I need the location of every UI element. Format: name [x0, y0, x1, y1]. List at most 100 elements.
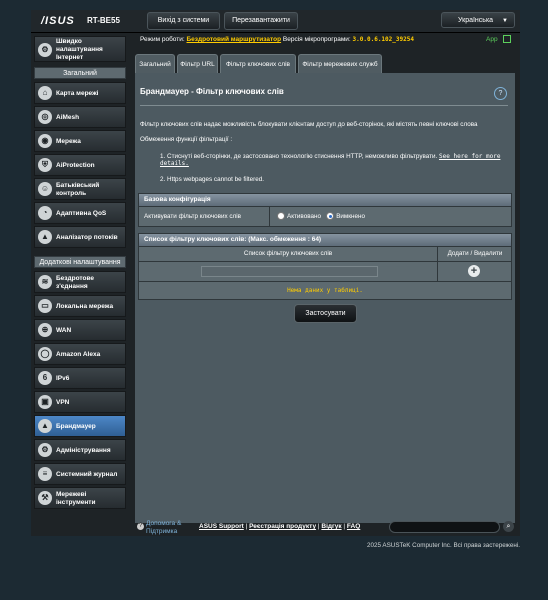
advanced-section-header: Додаткові налаштування: [34, 256, 126, 268]
sidebar-item-parental-control[interactable]: ☺ Батьківський контроль: [34, 178, 126, 200]
radio-enabled-label: Активовано: [287, 213, 321, 220]
firmware-version-link[interactable]: 3.0.0.6.102_39254: [353, 36, 414, 43]
sidebar-item-label: Карта мережі: [56, 90, 99, 97]
enable-filter-row: Активувати фільтр ключових слів Активова…: [139, 206, 511, 226]
sidebar-item-lan[interactable]: ▭ Локальна мережа: [34, 295, 126, 317]
copyright-text: 2025 ASUSTeK Computer Inc. Всі права зас…: [367, 542, 521, 549]
traffic-analyzer-icon: ▲: [38, 230, 52, 244]
sidebar-item-label: WAN: [56, 327, 72, 334]
footer-link-feedback[interactable]: Відгук: [321, 523, 341, 530]
reboot-button[interactable]: Перезавантажити: [224, 12, 298, 30]
sidebar-item-label: Швидко налаштування Інтернет: [56, 38, 103, 61]
tab-keyword-filter[interactable]: Фільтр ключових слів: [220, 54, 296, 74]
firewall-icon: ▲: [38, 419, 52, 433]
sidebar-item-system-log[interactable]: ≡ Системний журнал: [34, 463, 126, 485]
sidebar-item-label: Мережа: [56, 138, 81, 145]
sidebar-item-qos[interactable]: ◔ Адаптивна QoS: [34, 202, 126, 224]
language-select[interactable]: Українська ▼: [441, 12, 515, 28]
basic-config-header: Базова конфігурація: [139, 194, 511, 206]
limit-item-1-text: Стиснуті веб-сторінки, де застосовано те…: [167, 153, 438, 160]
footer-search-input[interactable]: [389, 521, 500, 533]
tab-network-services-filter[interactable]: Фільтр мережевих служб: [298, 54, 382, 74]
sidebar-item-aiprotection[interactable]: ⛨ AiProtection: [34, 154, 126, 176]
sidebar-item-network-tools[interactable]: ⚒ Мережеві інструменти: [34, 487, 126, 509]
title-divider: [140, 105, 508, 106]
search-icon[interactable]: ⌕: [503, 521, 514, 532]
keyword-list-columns: Список фільтру ключових слів Додати / Ви…: [139, 246, 511, 261]
help-icon[interactable]: ?: [494, 87, 507, 100]
sidebar-item-label: Аналізатор потоків: [56, 234, 118, 241]
radio-disabled-label: Вимкнено: [336, 213, 365, 220]
footer-link-faq[interactable]: FAQ: [347, 523, 360, 530]
sidebar-item-ipv6[interactable]: 6 IPv6: [34, 367, 126, 389]
general-section-header: Загальний: [34, 67, 126, 79]
network-tools-icon: ⚒: [38, 491, 52, 505]
add-keyword-button[interactable]: +: [468, 265, 480, 277]
keyword-input[interactable]: [201, 266, 378, 277]
question-icon: ?: [137, 523, 144, 530]
sidebar-item-label: Бездротове з'єднання: [56, 275, 95, 290]
language-label: Українська: [458, 17, 494, 24]
empty-table-text: Нема даних у таблиці.: [287, 287, 363, 294]
sidebar-item-alexa[interactable]: ◯ Amazon Alexa: [34, 343, 126, 365]
logout-button[interactable]: Вихід з системи: [147, 12, 220, 30]
sidebar-item-label: Системний журнал: [56, 471, 118, 478]
tab-url-filter[interactable]: Фільтр URL: [177, 54, 218, 74]
sidebar-item-traffic-analyzer[interactable]: ▲ Аналізатор потоків: [34, 226, 126, 248]
lan-icon: ▭: [38, 299, 52, 313]
mode-value-link[interactable]: Бездротовий маршрутизатор: [187, 36, 282, 43]
footer-link-asus-support[interactable]: ASUS Support: [199, 523, 244, 530]
limit-item-2-text: Https webpages cannot be filtered.: [167, 176, 264, 183]
app-label[interactable]: App: [486, 36, 498, 43]
sidebar-item-firewall[interactable]: ▲ Брандмауер: [34, 415, 126, 437]
ipv6-icon: 6: [38, 371, 52, 385]
aiprotection-icon: ⛨: [38, 158, 52, 172]
top-header: /ISUS RT-BE55 Вихід з системи Перезавант…: [31, 10, 520, 33]
wan-icon: ⊕: [38, 323, 52, 337]
sidebar-item-label: Amazon Alexa: [56, 351, 101, 358]
tab-general[interactable]: Загальний: [135, 54, 175, 74]
router-ui-frame: /ISUS RT-BE55 Вихід з системи Перезавант…: [31, 10, 520, 536]
sidebar-item-vpn[interactable]: ▣ VPN: [34, 391, 126, 413]
sidebar-item-wan[interactable]: ⊕ WAN: [34, 319, 126, 341]
help-support-link[interactable]: ? Допомога & Підтримка: [137, 520, 196, 536]
footer-links: ASUS Support | Реєстрація продукту | Від…: [199, 523, 361, 530]
network-map-icon: ⌂: [38, 86, 52, 100]
apply-button[interactable]: Застосувати: [294, 304, 357, 323]
keyword-list-header: Список фільтру ключових слів: (Макс. обм…: [139, 234, 511, 246]
page-title: Брандмауер - Фільтр ключових слів: [140, 87, 284, 96]
parental-control-icon: ☺: [38, 182, 52, 196]
sidebar-item-label: AiProtection: [56, 162, 95, 169]
firmware-label: Версія мікропрограми:: [282, 36, 351, 43]
sidebar-item-aimesh[interactable]: ◎ AiMesh: [34, 106, 126, 128]
chevron-down-icon: ▼: [502, 18, 508, 24]
footer-link-product-registration[interactable]: Реєстрація продукту: [249, 523, 316, 530]
enable-radio-group: Активовано Вимкнено: [277, 207, 365, 226]
sidebar-item-label: Адаптивна QoS: [56, 210, 107, 217]
sidebar-item-label: Батьківський контроль: [56, 182, 100, 197]
sidebar-item-wireless[interactable]: ≋ Бездротове з'єднання: [34, 271, 126, 293]
quick-setup-icon: ⚙: [38, 43, 52, 57]
limit-item-2: 2. Https webpages cannot be filtered.: [160, 176, 264, 183]
sidebar-item-label: Брандмауер: [56, 423, 96, 430]
app-icon[interactable]: [503, 35, 511, 43]
sidebar-item-network[interactable]: ◉ Мережа: [34, 130, 126, 152]
empty-table-row: Нема даних у таблиці.: [139, 281, 511, 301]
radio-enabled[interactable]: [277, 212, 285, 221]
status-line: Режим роботи: Бездротовий маршрутизатор …: [140, 36, 414, 43]
wireless-icon: ≋: [38, 275, 52, 289]
network-icon: ◉: [38, 134, 52, 148]
sidebar-item-network-map[interactable]: ⌂ Карта мережі: [34, 82, 126, 104]
qos-icon: ◔: [38, 206, 52, 220]
radio-disabled[interactable]: [326, 212, 335, 221]
aimesh-icon: ◎: [38, 110, 52, 124]
column-add-delete: Додати / Видалити: [447, 250, 503, 257]
column-divider: [437, 262, 438, 281]
sidebar-item-administration[interactable]: ⚙ Адміністрування: [34, 439, 126, 461]
sidebar-item-label: Локальна мережа: [56, 303, 114, 310]
keyword-list-section: Список фільтру ключових слів: (Макс. обм…: [138, 233, 512, 300]
mode-label: Режим роботи:: [140, 36, 185, 43]
sidebar-item-label: Мережеві інструменти: [56, 491, 96, 506]
sidebar-item-label: IPv6: [56, 375, 70, 382]
sidebar-item-quick-setup[interactable]: ⚙ Швидко налаштування Інтернет: [34, 36, 126, 62]
